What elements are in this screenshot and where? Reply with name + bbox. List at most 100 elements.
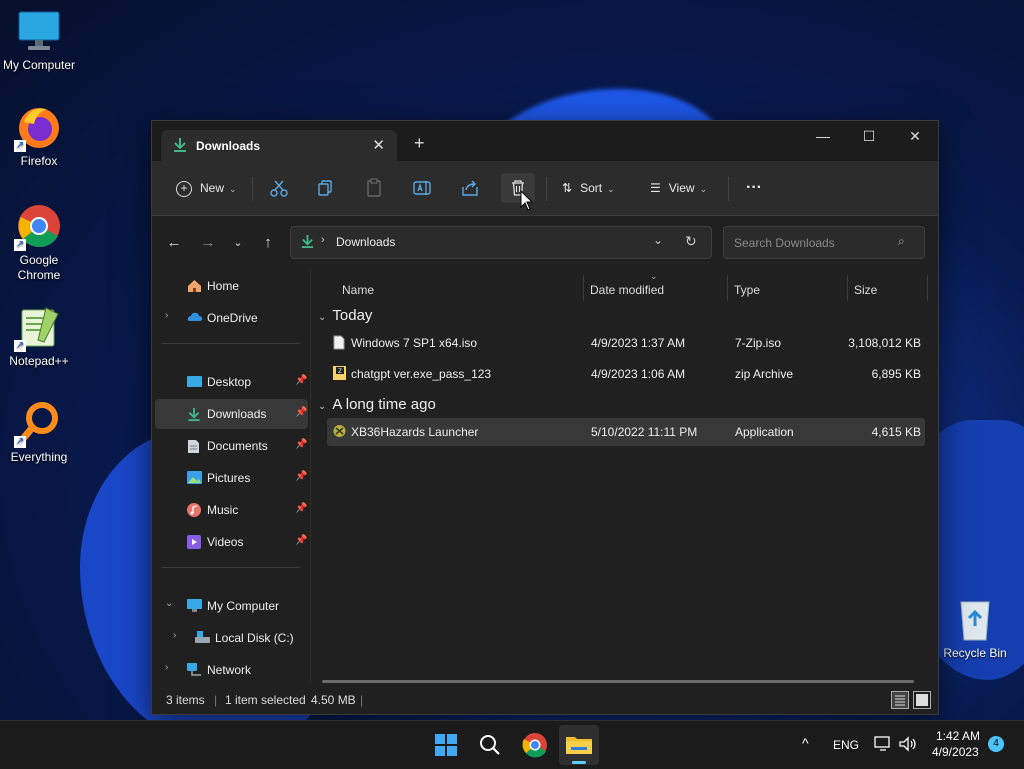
sort-button[interactable]: ⇅ Sort ⌄ <box>558 173 619 203</box>
details-view-icon <box>895 695 905 706</box>
column-divider[interactable] <box>583 275 584 301</box>
more-options-button[interactable]: ··· <box>742 173 766 203</box>
address-bar[interactable]: › Downloads ⌄ ↻ <box>290 226 712 259</box>
pin-icon: 📌 <box>295 375 308 386</box>
column-header-name[interactable]: Name <box>342 276 374 304</box>
sidebar-item-videos[interactable]: Videos 📌 <box>155 527 308 557</box>
desktop-icon-label: Recycle Bin <box>943 646 1007 660</box>
desktop-icon-google-chrome[interactable]: ↗ Google Chrome <box>0 203 78 283</box>
sidebar-item-pictures[interactable]: Pictures 📌 <box>155 463 308 493</box>
toolbar-divider <box>546 177 547 201</box>
tab-title: Downloads <box>196 139 261 153</box>
breadcrumb-downloads[interactable]: Downloads <box>336 235 395 249</box>
up-button[interactable]: ↑ <box>255 230 281 256</box>
status-bar: 3 items | 1 item selected 4.50 MB | <box>152 687 938 713</box>
column-divider[interactable] <box>727 275 728 301</box>
view-button[interactable]: ☰ View ⌄ <box>646 173 711 203</box>
details-view-button[interactable] <box>891 691 909 709</box>
file-name: Windows 7 SP1 x64.iso <box>351 336 478 350</box>
sidebar-item-downloads[interactable]: Downloads 📌 <box>155 399 308 429</box>
column-divider[interactable] <box>927 275 928 301</box>
sidebar-divider <box>162 343 300 344</box>
shortcut-arrow-icon: ↗ <box>14 239 26 251</box>
chevron-down-icon: ⌄ <box>318 312 327 323</box>
tab-close-button[interactable]: ✕ <box>372 136 385 154</box>
file-list: Name Date modified ⌄ Type Size ⌄ Today Wi… <box>312 271 938 681</box>
notification-badge[interactable]: 4 <box>988 736 1004 752</box>
group-label: Today <box>332 307 373 324</box>
rename-button[interactable] <box>405 173 439 203</box>
file-type: Application <box>735 425 794 439</box>
search-button[interactable] <box>470 725 510 765</box>
sidebar-item-music[interactable]: Music 📌 <box>155 495 308 525</box>
sidebar-item-onedrive[interactable]: › OneDrive <box>155 303 308 333</box>
desktop-icon-firefox[interactable]: ↗ Firefox <box>0 104 78 169</box>
desktop-icon-notepadpp[interactable]: ↗ Notepad++ <box>0 304 78 369</box>
start-button[interactable] <box>426 725 466 765</box>
chevron-down-icon: ⌄ <box>607 184 615 194</box>
sidebar-item-my-computer[interactable]: ⌄ My Computer <box>155 591 308 621</box>
folder-icon <box>566 737 592 754</box>
search-input[interactable] <box>732 234 896 252</box>
view-label: View <box>668 181 695 195</box>
column-header-size[interactable]: Size <box>854 276 877 304</box>
column-header-type[interactable]: Type <box>734 276 760 304</box>
taskbar-file-explorer[interactable] <box>559 725 599 765</box>
table-row[interactable]: Windows 7 SP1 x64.iso 4/9/2023 1:37 AM 7… <box>327 329 925 357</box>
chevron-right-icon[interactable]: › <box>165 310 168 321</box>
recent-locations-button[interactable]: ⌄ <box>225 230 251 256</box>
column-divider[interactable] <box>847 275 848 301</box>
sidebar-item-network[interactable]: › Network <box>155 655 308 685</box>
desktop-icon-recycle-bin[interactable]: Recycle Bin <box>936 596 1014 661</box>
view-icon: ☰ <box>650 181 661 195</box>
pin-icon: 📌 <box>295 471 308 482</box>
close-button[interactable]: ✕ <box>892 121 938 151</box>
volume-icon[interactable] <box>898 735 918 756</box>
cut-button[interactable] <box>262 173 296 203</box>
table-row[interactable]: Z chatgpt ver.exe_pass_123 4/9/2023 1:06… <box>327 360 925 388</box>
share-icon <box>462 180 478 196</box>
show-hidden-icons-button[interactable]: ^ <box>802 735 809 751</box>
clock-time[interactable]: 1:42 AM <box>936 729 980 743</box>
network-icon[interactable] <box>874 735 892 756</box>
tiles-view-icon <box>916 694 928 706</box>
search-box[interactable]: ⌕ <box>723 226 925 259</box>
file-type: zip Archive <box>735 367 794 381</box>
new-tab-button[interactable]: + <box>414 133 425 154</box>
tab-downloads[interactable]: Downloads ✕ <box>161 130 397 161</box>
tiles-view-button[interactable] <box>913 691 931 709</box>
new-button[interactable]: + New ⌄ <box>172 173 241 203</box>
clock-date[interactable]: 4/9/2023 <box>932 745 979 759</box>
sidebar-item-home[interactable]: Home <box>155 271 308 301</box>
language-indicator[interactable]: ENG <box>833 738 859 752</box>
paste-button[interactable] <box>357 173 391 203</box>
maximize-button[interactable]: ☐ <box>846 121 892 151</box>
desktop-icon-my-computer[interactable]: My Computer <box>0 8 78 73</box>
copy-button[interactable] <box>309 173 343 203</box>
sidebar-item-documents[interactable]: Documents 📌 <box>155 431 308 461</box>
minimize-button[interactable]: — <box>800 121 846 151</box>
address-dropdown-icon[interactable]: ⌄ <box>653 233 663 247</box>
refresh-icon[interactable]: ↻ <box>685 233 697 250</box>
chevron-down-icon[interactable]: ⌄ <box>165 598 173 609</box>
group-header-a-long-time-ago[interactable]: ⌄ A long time ago <box>318 396 436 413</box>
chevron-right-icon[interactable]: › <box>173 630 176 641</box>
onedrive-icon <box>187 311 203 325</box>
sidebar-item-label: Home <box>207 279 240 293</box>
group-header-today[interactable]: ⌄ Today <box>318 307 372 324</box>
sidebar-item-local-disk[interactable]: › Local Disk (C:) <box>155 623 308 653</box>
pin-icon: 📌 <box>295 535 308 546</box>
toolbar-divider <box>728 177 729 201</box>
sidebar-item-desktop[interactable]: Desktop 📌 <box>155 367 308 397</box>
table-row[interactable]: XB36Hazards Launcher 5/10/2022 11:11 PM … <box>327 418 925 446</box>
paste-icon <box>367 178 381 197</box>
horizontal-scrollbar[interactable] <box>322 680 914 683</box>
chevron-right-icon[interactable]: › <box>165 662 168 673</box>
taskbar-chrome[interactable] <box>515 725 555 765</box>
pane-splitter[interactable] <box>310 271 311 681</box>
desktop-icon-everything[interactable]: ↗ Everything <box>0 400 78 465</box>
share-button[interactable] <box>453 173 487 203</box>
back-button[interactable]: ← <box>161 230 187 256</box>
forward-button[interactable]: → <box>195 230 221 256</box>
selection-size: 4.50 MB <box>311 693 356 707</box>
